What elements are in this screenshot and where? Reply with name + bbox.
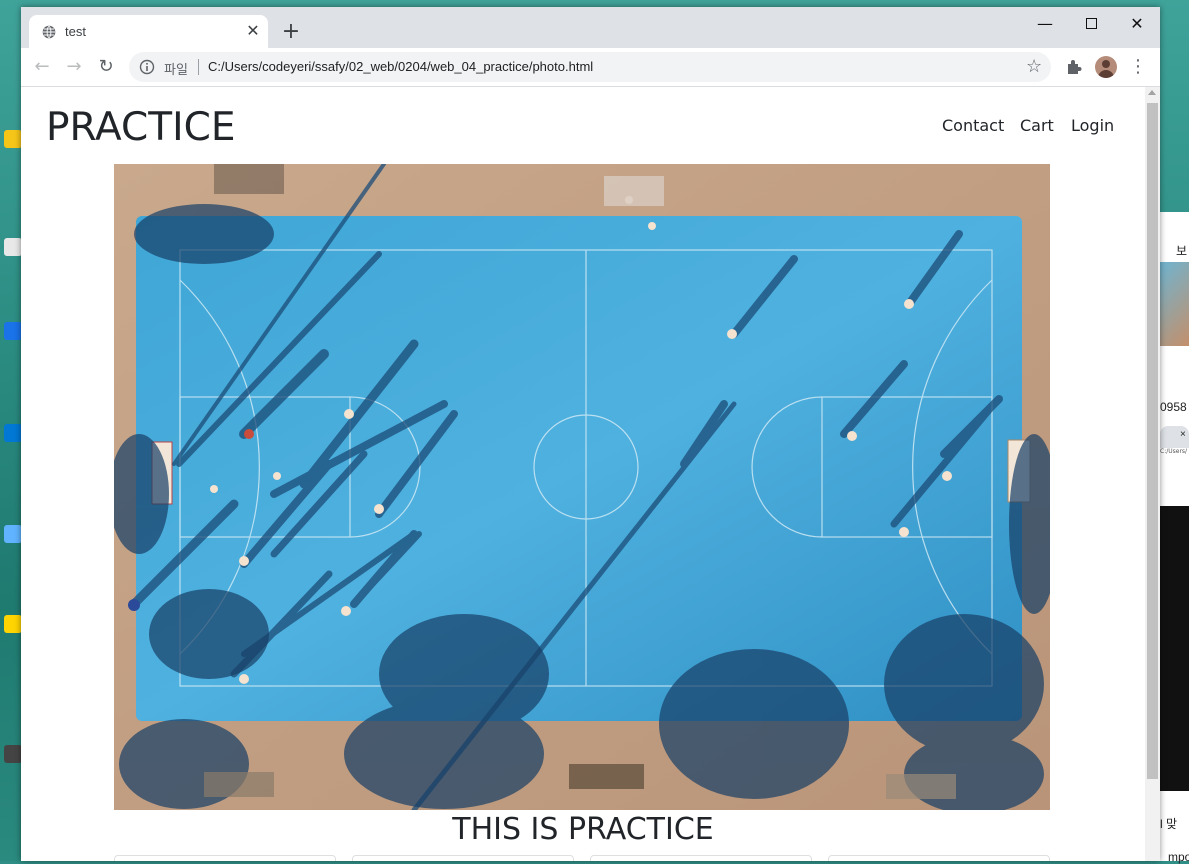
browser-window: test ✕ + — ✕ ← → ↻ 파일 C:/Users/codeyeri/…	[21, 7, 1160, 861]
desktop-shortcut-icon[interactable]	[4, 745, 22, 763]
profile-avatar[interactable]	[1095, 56, 1117, 78]
extensions-icon[interactable]	[1065, 58, 1083, 76]
info-icon[interactable]	[139, 59, 155, 75]
hero-image	[114, 164, 1050, 810]
background-window-url: C:/Users/	[1160, 448, 1189, 460]
nav-link-cart[interactable]: Cart	[1020, 116, 1054, 135]
tab-title: test	[65, 24, 86, 39]
page-viewport: PRACTICE Contact Cart Login THIS IS PRAC…	[21, 87, 1145, 861]
minimize-icon[interactable]: —	[1022, 11, 1068, 37]
forward-icon[interactable]: →	[63, 56, 85, 78]
star-icon[interactable]: ☆	[1026, 56, 1042, 77]
background-window-text: mpo	[1168, 850, 1189, 864]
card	[114, 855, 336, 861]
desktop-shortcut-icon[interactable]	[4, 615, 22, 633]
background-window-text: 보	[1176, 244, 1188, 258]
vertical-scrollbar[interactable]	[1145, 87, 1160, 861]
desktop-shortcut-icon[interactable]	[4, 238, 22, 256]
page-headline: THIS IS PRACTICE	[452, 812, 714, 847]
card	[352, 855, 574, 861]
url-text[interactable]: C:/Users/codeyeri/ssafy/02_web/0204/web_…	[208, 59, 593, 74]
browser-toolbar: ← → ↻ 파일 C:/Users/codeyeri/ssafy/02_web/…	[21, 48, 1160, 87]
card	[828, 855, 1050, 861]
menu-icon[interactable]: ⋮	[1127, 56, 1149, 78]
nav-link-contact[interactable]: Contact	[942, 116, 1004, 135]
browser-tab[interactable]: test ✕	[29, 15, 268, 48]
desktop-shortcut-icon[interactable]	[4, 322, 22, 340]
maximize-icon[interactable]	[1068, 11, 1114, 37]
background-window-text: 0958	[1160, 400, 1187, 414]
brand-logo[interactable]: PRACTICE	[46, 105, 235, 150]
desktop-shortcut-icon[interactable]	[4, 130, 22, 148]
background-window-close[interactable]: ×	[1180, 429, 1186, 440]
url-scheme-label: 파일	[164, 63, 188, 78]
globe-icon	[42, 25, 56, 39]
desktop-shortcut-icon[interactable]	[4, 525, 22, 543]
address-bar[interactable]: 파일 C:/Users/codeyeri/ssafy/02_web/0204/w…	[129, 52, 1051, 82]
background-window-tab[interactable]: ×	[1160, 426, 1189, 448]
background-window-dark-panel	[1160, 506, 1189, 791]
desktop-shortcut-icon[interactable]	[4, 424, 22, 442]
reload-icon[interactable]: ↻	[95, 56, 117, 78]
background-window-text: l 맞	[1160, 817, 1178, 831]
url-separator	[198, 59, 199, 75]
card	[590, 855, 812, 861]
background-window[interactable]: 보 0958 × C:/Users/ l 맞 mpo	[1160, 212, 1189, 864]
background-window-thumbnail	[1160, 262, 1189, 346]
browser-titlebar[interactable]: test ✕ + — ✕	[21, 7, 1160, 48]
plus-icon[interactable]: +	[279, 20, 303, 44]
window-close-icon[interactable]: ✕	[1114, 11, 1160, 37]
back-icon[interactable]: ←	[31, 56, 53, 78]
scrollbar-thumb[interactable]	[1147, 103, 1158, 779]
nav-link-login[interactable]: Login	[1071, 116, 1114, 135]
close-icon[interactable]: ✕	[243, 21, 263, 41]
scroll-up-icon[interactable]	[1148, 90, 1156, 95]
